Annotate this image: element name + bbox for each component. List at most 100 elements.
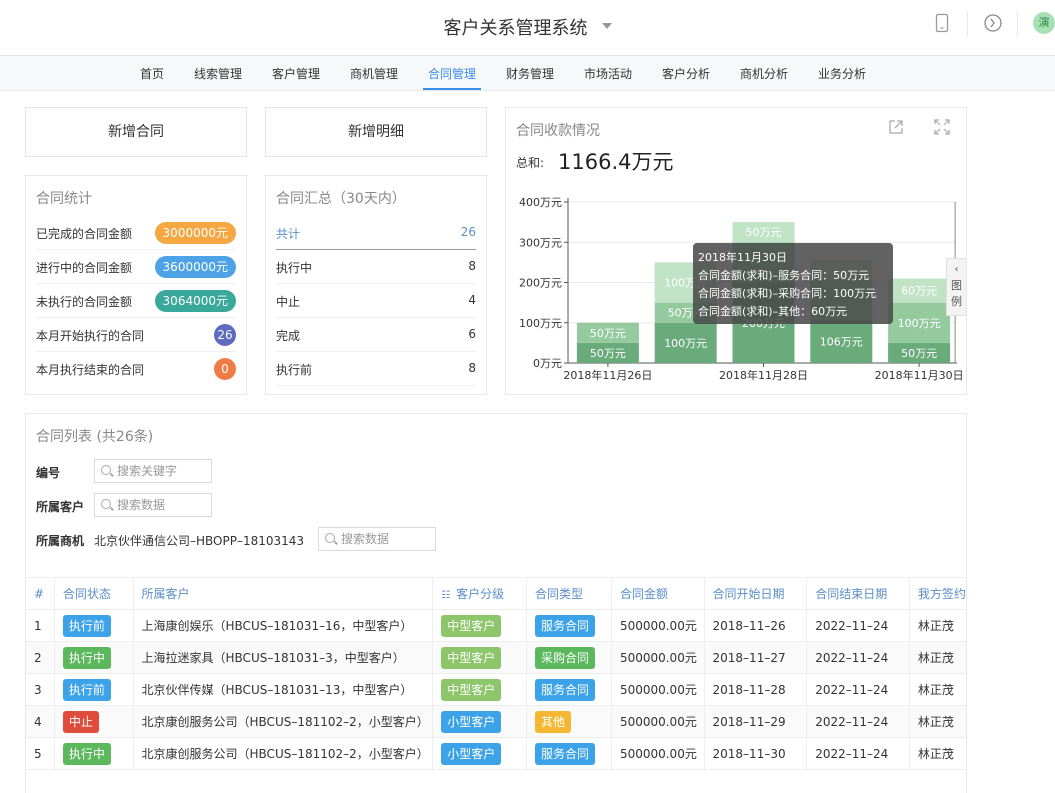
stat-label: 未执行的合同金额: [36, 295, 133, 309]
column-header-type[interactable]: 合同类型: [526, 577, 612, 610]
stat-label: 已完成的合同金额: [36, 227, 133, 241]
customer-cell[interactable]: 上海拉迷家具（HBCUS–181031–3，中型客户）: [133, 641, 434, 674]
bar-data-label: 50万元: [590, 327, 626, 340]
table-row[interactable]: 2 执行中 上海拉迷家具（HBCUS–181031–3，中型客户） 中型客户 采购合同 5…: [26, 641, 966, 674]
summary-row[interactable]: 执行中 8: [276, 250, 476, 284]
nav-item-opportunity-analysis[interactable]: 商机分析: [740, 56, 788, 90]
y-tick-label: 100万元: [519, 317, 562, 330]
table-row[interactable]: 1 执行前 上海康创娱乐（HBCUS–181031–16，中型客户） 中型客户 服务合同…: [26, 609, 966, 642]
status-badge: 执行中: [62, 646, 111, 669]
table-row[interactable]: 5 执行中 北京康创服务公司（HBCUS–181102–2，小型客户） 小型客户 服务合…: [26, 737, 966, 770]
customer-search-input[interactable]: 搜索数据: [94, 493, 212, 517]
card-title: 合同汇总（30天内）: [276, 191, 406, 207]
row-index: 3: [26, 673, 55, 706]
chevron-down-icon[interactable]: [601, 23, 612, 29]
grade-badge: 小型客户: [441, 742, 502, 765]
y-tick-label: 400万元: [519, 196, 562, 209]
refresh-icon[interactable]: [983, 13, 1003, 33]
stat-badge: 26: [214, 324, 236, 346]
nav-item-leads[interactable]: 线索管理: [194, 56, 242, 90]
summary-label: 共计: [276, 227, 301, 241]
hierarchy-icon: ☷: [441, 590, 451, 601]
table-header-row: # 合同状态 所属客户 ☷ 客户分级 合同类型 合同金额 合同开始日期 合同结束…: [26, 577, 966, 610]
nav-item-marketing[interactable]: 市场活动: [584, 56, 632, 90]
opportunity-search-input[interactable]: 搜索数据: [318, 527, 436, 551]
mobile-icon[interactable]: [935, 13, 949, 33]
search-placeholder: 搜索数据: [341, 532, 390, 546]
summary-row-total[interactable]: 共计 26: [276, 216, 476, 250]
column-header-start-date[interactable]: 合同开始日期: [704, 577, 808, 610]
nav-item-opportunities[interactable]: 商机管理: [350, 56, 398, 90]
signer-cell: 林正茂: [909, 705, 966, 738]
tooltip-date: 2018年11月30日: [698, 251, 787, 264]
nav-item-finance[interactable]: 财务管理: [506, 56, 554, 90]
type-cell: 服务合同: [526, 737, 612, 770]
stat-badge: 3000000元: [154, 222, 236, 244]
stat-row: 本月执行结束的合同 0: [36, 352, 236, 386]
x-tick-label: 2018年11月28日: [719, 368, 808, 382]
nav-item-contracts[interactable]: 合同管理: [423, 56, 482, 90]
export-icon[interactable]: [887, 118, 905, 136]
summary-row[interactable]: 中止 4: [276, 284, 476, 318]
table-row[interactable]: 4 中止 北京康创服务公司（HBCUS–181102–2，小型客户） 小型客户 其他 50…: [26, 705, 966, 738]
column-header-index: #: [26, 577, 55, 610]
opportunity-filter-value[interactable]: 北京伙伴通信公司–HBOPP–18103143: [94, 532, 304, 549]
start-date-cell: 2018–11–26: [704, 609, 808, 642]
status-cell: 执行前: [54, 609, 134, 642]
start-date-cell: 2018–11–28: [704, 673, 808, 706]
nav-item-customers[interactable]: 客户管理: [272, 56, 320, 90]
grade-badge: 中型客户: [441, 614, 502, 637]
row-index: 1: [26, 609, 55, 642]
end-date-cell: 2022–11–24: [806, 737, 910, 770]
nav-item-customer-analysis[interactable]: 客户分析: [662, 56, 710, 90]
grade-badge: 小型客户: [441, 710, 502, 733]
new-contract-button[interactable]: 新增合同: [25, 107, 247, 157]
status-badge: 执行前: [62, 678, 111, 701]
avatar[interactable]: 演: [1033, 12, 1055, 34]
grade-cell: 小型客户: [432, 737, 527, 770]
grade-badge: 中型客户: [441, 646, 502, 669]
total-value: 1166.4万元: [558, 150, 674, 174]
contract-summary-card: 合同汇总（30天内） 共计 26 执行中 8 中止 4 完成 6 执行前 8: [265, 175, 487, 395]
search-icon: [101, 499, 111, 509]
type-badge: 其他: [534, 710, 571, 733]
amount-cell: 500000.00元: [611, 641, 705, 674]
y-tick-label: 300万元: [519, 236, 562, 249]
customer-cell[interactable]: 北京康创服务公司（HBCUS–181102–2，小型客户）: [133, 737, 434, 770]
summary-row[interactable]: 完成 6: [276, 318, 476, 352]
new-detail-button[interactable]: 新增明细: [265, 107, 487, 157]
number-search-input[interactable]: 搜索关键字: [94, 459, 212, 483]
summary-row[interactable]: 执行前 8: [276, 352, 476, 386]
status-cell: 中止: [54, 705, 134, 738]
filter-label-opportunity: 所属商机: [36, 534, 85, 548]
column-header-grade[interactable]: ☷ 客户分级: [432, 577, 527, 610]
signer-cell: 林正茂: [909, 609, 966, 642]
legend-toggle[interactable]: ‹ 图例: [946, 258, 966, 316]
filter-label-customer: 所属客户: [36, 500, 85, 514]
nav-item-home[interactable]: 首页: [140, 56, 164, 90]
bar-data-label: 50万元: [901, 347, 937, 360]
amount-cell: 500000.00元: [611, 705, 705, 738]
customer-cell[interactable]: 北京伙伴传媒（HBCUS–181031–13，中型客户）: [133, 673, 434, 706]
status-badge: 执行前: [62, 614, 111, 637]
fullscreen-icon[interactable]: [933, 118, 951, 136]
amount-cell: 500000.00元: [611, 609, 705, 642]
column-header-status[interactable]: 合同状态: [54, 577, 134, 610]
table-row[interactable]: 3 执行前 北京伙伴传媒（HBCUS–181031–13，中型客户） 中型客户 服务合同…: [26, 673, 966, 706]
nav-item-business-analysis[interactable]: 业务分析: [818, 56, 866, 90]
customer-cell[interactable]: 上海康创娱乐（HBCUS–181031–16，中型客户）: [133, 609, 434, 642]
amount-cell: 500000.00元: [611, 737, 705, 770]
app-title[interactable]: 客户关系管理系统: [0, 14, 1055, 40]
end-date-cell: 2022–11–24: [806, 609, 910, 642]
column-header-amount[interactable]: 合同金额: [611, 577, 705, 610]
grade-badge: 中型客户: [441, 678, 502, 701]
signer-cell: 林正茂: [909, 737, 966, 770]
customer-cell[interactable]: 北京康创服务公司（HBCUS–181102–2，小型客户）: [133, 705, 434, 738]
stat-label: 本月开始执行的合同: [36, 329, 145, 343]
stat-row: 进行中的合同金额 3600000元: [36, 250, 236, 284]
type-cell: 服务合同: [526, 673, 612, 706]
column-header-end-date[interactable]: 合同结束日期: [806, 577, 910, 610]
column-header-signer[interactable]: 我方签约: [909, 577, 966, 610]
column-header-customer[interactable]: 所属客户: [133, 577, 434, 610]
status-cell: 执行中: [54, 737, 134, 770]
